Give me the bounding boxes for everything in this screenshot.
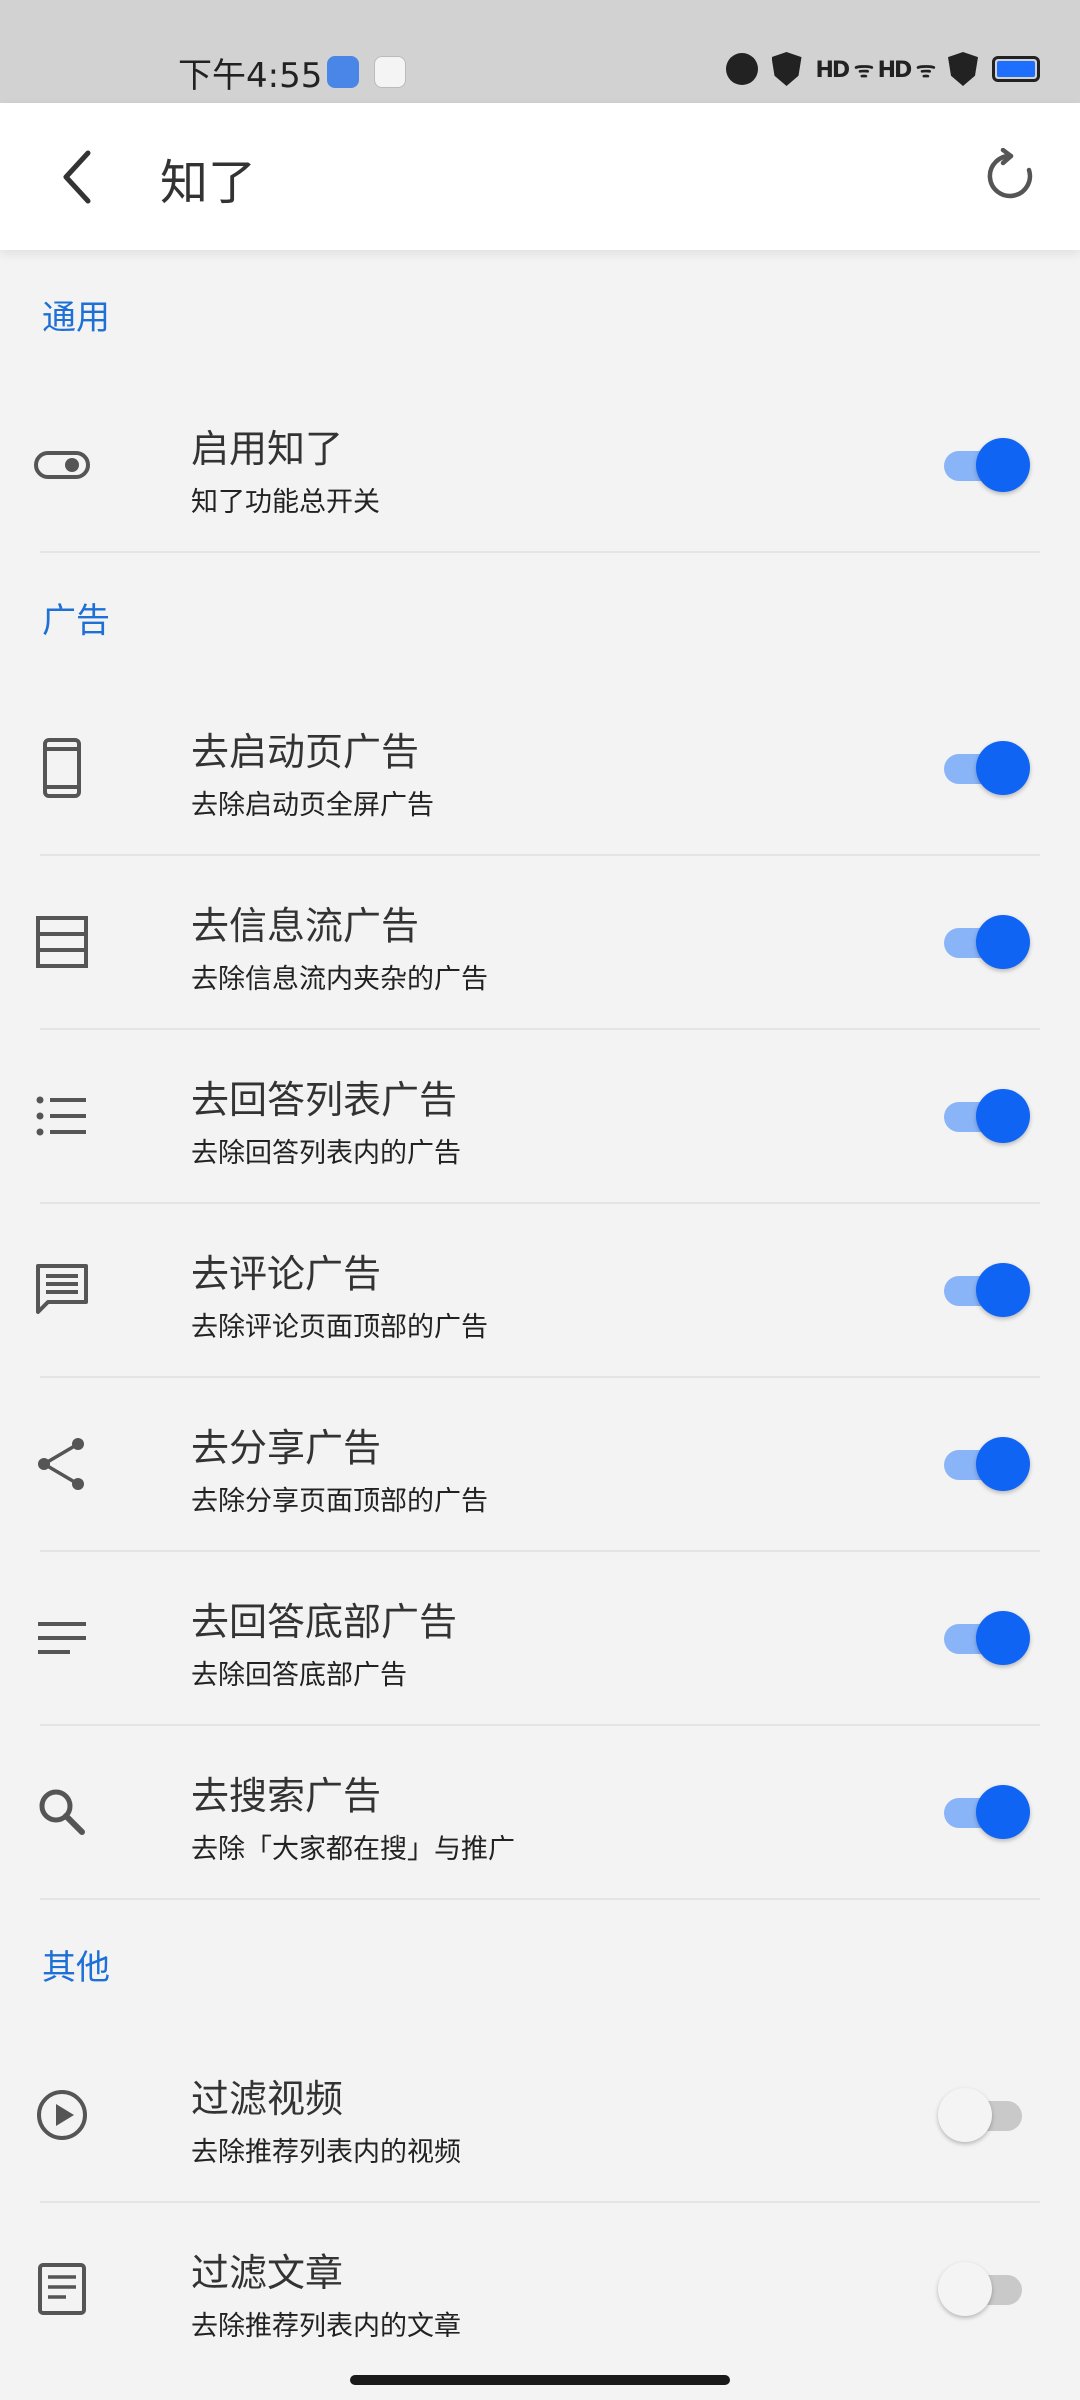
setting-summary: 去除信息流内夹杂的广告 — [191, 964, 488, 995]
gesture-nav-handle[interactable] — [350, 2375, 730, 2385]
divider — [40, 1028, 1040, 1030]
toggle-switch[interactable] — [938, 2262, 1030, 2316]
setting-summary: 去除推荐列表内的文章 — [191, 2311, 461, 2342]
setting-title: 去信息流广告 — [191, 904, 420, 948]
refresh-icon — [987, 148, 1033, 199]
setting-comment-ad[interactable]: 去评论广告 去除评论页面顶部的广告 — [0, 1205, 1080, 1375]
setting-summary: 去除启动页全屏广告 — [191, 790, 434, 821]
setting-filter-video[interactable]: 过滤视频 去除推荐列表内的视频 — [0, 2030, 1080, 2200]
feed-icon — [30, 910, 94, 974]
setting-summary: 去除「大家都在搜」与推广 — [191, 1834, 515, 1865]
refresh-button[interactable] — [978, 143, 1044, 209]
divider — [40, 1550, 1040, 1552]
toggle-switch[interactable] — [944, 915, 1030, 969]
search-icon — [30, 1780, 94, 1844]
divider — [40, 551, 1040, 553]
setting-title: 过滤视频 — [191, 2077, 344, 2121]
toggle-switch[interactable] — [944, 1437, 1030, 1491]
alarm-icon — [725, 53, 758, 85]
divider — [40, 1202, 1040, 1204]
share-icon — [30, 1432, 94, 1496]
back-button[interactable] — [46, 145, 110, 209]
setting-title: 启用知了 — [191, 427, 344, 471]
setting-summary: 去除评论页面顶部的广告 — [191, 1312, 488, 1343]
status-bar: 下午4:55 HD ᯤ HD ᯤ — [0, 0, 1080, 103]
status-icons: HD ᯤ HD ᯤ — [725, 52, 1040, 86]
shield-icon — [948, 52, 978, 86]
lines-icon — [30, 1606, 94, 1670]
setting-feed-ad[interactable]: 去信息流广告 去除信息流内夹杂的广告 — [0, 857, 1080, 1027]
list-icon — [30, 1084, 94, 1148]
setting-answer-list-ad[interactable]: 去回答列表广告 去除回答列表内的广告 — [0, 1031, 1080, 1201]
setting-title: 去分享广告 — [191, 1426, 382, 1470]
section-header-general: 通用 — [42, 298, 110, 338]
page-title: 知了 — [160, 155, 257, 211]
setting-launch-ad[interactable]: 去启动页广告 去除启动页全屏广告 — [0, 683, 1080, 853]
setting-answer-bottom-ad[interactable]: 去回答底部广告 去除回答底部广告 — [0, 1553, 1080, 1723]
setting-summary: 去除分享页面顶部的广告 — [191, 1486, 488, 1517]
setting-summary: 知了功能总开关 — [191, 487, 380, 518]
setting-title: 去搜索广告 — [191, 1774, 382, 1818]
chevron-left-icon — [63, 150, 91, 204]
toggle-icon — [30, 433, 94, 497]
setting-title: 去评论广告 — [191, 1252, 382, 1296]
toggle-switch[interactable] — [938, 2088, 1030, 2142]
toggle-switch[interactable] — [944, 1089, 1030, 1143]
article-icon — [30, 2257, 94, 2321]
setting-filter-article[interactable]: 过滤文章 去除推荐列表内的文章 — [0, 2204, 1080, 2374]
divider — [40, 2201, 1040, 2203]
vpn-shield-icon — [771, 52, 802, 86]
toggle-switch[interactable] — [944, 1611, 1030, 1665]
setting-title: 去回答底部广告 — [191, 1600, 458, 1644]
play-circle-icon — [30, 2083, 94, 2147]
setting-title: 去回答列表广告 — [191, 1078, 458, 1122]
toggle-switch[interactable] — [944, 741, 1030, 795]
comment-icon — [30, 1258, 94, 1322]
setting-summary: 去除回答底部广告 — [191, 1660, 407, 1691]
setting-summary: 去除推荐列表内的视频 — [191, 2137, 461, 2168]
notification-app-icon — [327, 56, 359, 88]
phone-icon — [30, 736, 94, 800]
notification-cat-icon — [374, 56, 406, 88]
toggle-switch[interactable] — [944, 1785, 1030, 1839]
section-header-ads: 广告 — [42, 601, 110, 641]
section-header-other: 其他 — [42, 1948, 110, 1988]
battery-icon — [992, 56, 1040, 82]
divider — [40, 1898, 1040, 1900]
divider — [40, 1724, 1040, 1726]
setting-title: 过滤文章 — [191, 2251, 344, 2295]
setting-enable-zhiliao[interactable]: 启用知了 知了功能总开关 — [0, 380, 1080, 550]
setting-share-ad[interactable]: 去分享广告 去除分享页面顶部的广告 — [0, 1379, 1080, 1549]
toggle-switch[interactable] — [944, 1263, 1030, 1317]
status-time: 下午4:55 — [178, 56, 323, 96]
divider — [40, 1376, 1040, 1378]
setting-summary: 去除回答列表内的广告 — [191, 1138, 461, 1169]
toggle-switch[interactable] — [944, 438, 1030, 492]
setting-title: 去启动页广告 — [191, 730, 420, 774]
setting-search-ad[interactable]: 去搜索广告 去除「大家都在搜」与推广 — [0, 1727, 1080, 1897]
signal-icon: HD ᯤ HD ᯤ — [815, 58, 936, 83]
divider — [40, 854, 1040, 856]
app-bar: 知了 — [0, 103, 1080, 250]
